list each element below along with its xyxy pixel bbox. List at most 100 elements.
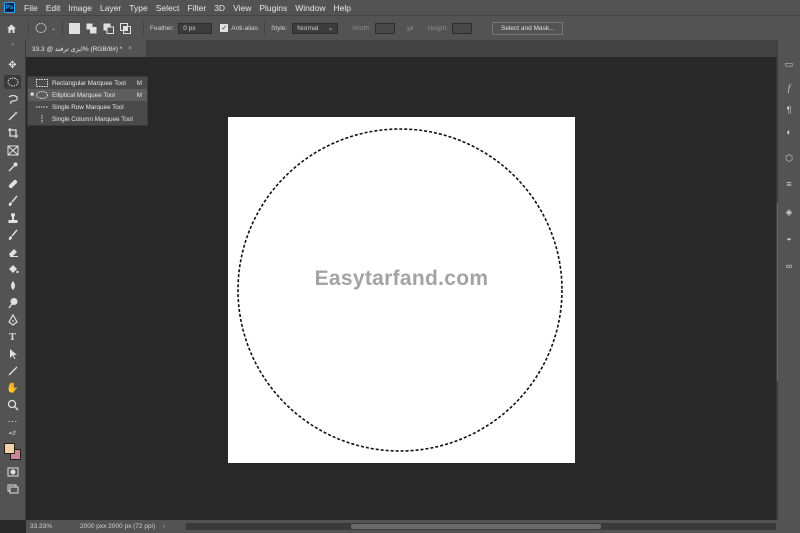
menu-window[interactable]: Window — [291, 3, 329, 13]
height-label: Height: — [427, 24, 448, 32]
rectangular-marquee-icon — [36, 79, 48, 87]
feather-input[interactable]: 0 px — [178, 22, 213, 34]
divider — [143, 20, 145, 36]
document-tab[interactable]: 33.3 @ ایزی ترفند% (RGB/8#) * × — [26, 40, 146, 57]
right-panel-dock: ▭ f ¶ ◐ ⬡ ≡ ◈ ◒ ∞ — [778, 40, 800, 520]
glyphs-panel-icon[interactable]: f — [783, 82, 795, 94]
line-tool-icon[interactable] — [4, 364, 21, 378]
style-select[interactable]: Normal ⌄ — [292, 22, 339, 34]
single-column-marquee-icon — [41, 115, 43, 123]
move-tool-icon[interactable]: ✥ — [4, 58, 21, 72]
zoom-tool-icon[interactable] — [4, 398, 21, 412]
quick-mask-icon[interactable] — [4, 465, 21, 479]
3d-panel-icon[interactable]: ⬡ — [783, 152, 795, 164]
history-brush-icon[interactable] — [4, 228, 21, 242]
menu-plugins[interactable]: Plugins — [255, 3, 291, 13]
flyout-item-rectangular-marquee[interactable]: Rectangular Marquee Tool M — [28, 77, 147, 89]
select-and-mask-button[interactable]: Select and Mask... — [491, 21, 564, 35]
menu-select[interactable]: Select — [152, 3, 184, 13]
healing-brush-icon[interactable] — [4, 177, 21, 191]
properties-panel-icon[interactable]: ≡ — [783, 178, 795, 190]
path-selection-icon[interactable] — [4, 347, 21, 361]
menu-image[interactable]: Image — [64, 3, 96, 13]
flyout-item-label: Single Row Marquee Tool — [52, 103, 124, 111]
crop-tool-icon[interactable] — [4, 126, 21, 140]
menu-3d[interactable]: 3D — [210, 3, 229, 13]
swap-dimensions-icon[interactable]: ⇄ — [407, 24, 414, 33]
channels-panel-icon[interactable]: ◒ — [783, 232, 795, 244]
width-input[interactable] — [374, 22, 395, 34]
menu-filter[interactable]: Filter — [183, 3, 210, 13]
collapse-icon[interactable]: » — [4, 42, 21, 48]
history-panel-icon[interactable]: ▭ — [783, 58, 795, 70]
antialias-label: Anti-alias — [231, 24, 258, 32]
subtract-from-selection-icon[interactable] — [103, 23, 115, 34]
chevron-down-icon: ⌄ — [51, 25, 57, 32]
menu-edit[interactable]: Edit — [42, 3, 65, 13]
horizontal-scrollbar[interactable] — [186, 523, 776, 530]
antialias-checkbox[interactable]: ✓ — [220, 24, 229, 32]
tools-panel: » ✥ T ✋ ··· ▪↺ — [0, 40, 26, 520]
blur-tool-icon[interactable] — [4, 279, 21, 293]
foreground-color-swatch[interactable] — [4, 443, 15, 454]
magic-wand-icon[interactable] — [4, 109, 21, 123]
add-to-selection-icon[interactable] — [86, 23, 97, 34]
marquee-tool-flyout: Rectangular Marquee Tool M ■ Elliptical … — [27, 76, 148, 126]
pen-tool-icon[interactable] — [4, 313, 21, 327]
flyout-item-shortcut: M — [136, 79, 142, 87]
selected-bullet: ■ — [30, 92, 34, 98]
elliptical-marquee-tool-icon[interactable] — [4, 75, 21, 89]
close-icon[interactable]: × — [128, 45, 132, 52]
screen-mode-icon[interactable] — [4, 482, 21, 496]
menu-layer[interactable]: Layer — [96, 3, 125, 13]
document-tab-bar: 33.3 @ ایزی ترفند% (RGB/8#) * × — [26, 40, 778, 57]
single-row-marquee-icon — [36, 106, 48, 108]
flyout-item-label: Rectangular Marquee Tool — [52, 79, 126, 87]
style-value: Normal — [297, 24, 319, 32]
elliptical-marquee-icon — [36, 91, 48, 99]
document-tab-title: 33.3 @ ایزی ترفند% (RGB/8#) * — [32, 45, 123, 53]
clone-stamp-icon[interactable] — [4, 211, 21, 225]
eyedropper-icon[interactable] — [4, 160, 21, 174]
document-info[interactable]: 2000 pxx 2000 px (72 ppi) — [76, 523, 155, 530]
adjustments-panel-icon[interactable]: ◐ — [783, 126, 795, 138]
divider — [62, 20, 64, 36]
eraser-icon[interactable] — [4, 245, 21, 259]
flyout-item-single-row-marquee[interactable]: Single Row Marquee Tool — [28, 101, 147, 113]
width-label: Width: — [352, 24, 371, 32]
home-icon — [6, 24, 16, 33]
frame-tool-icon[interactable] — [4, 143, 21, 157]
tool-preset-picker[interactable]: ⌄ — [35, 22, 56, 34]
dodge-tool-icon[interactable] — [4, 296, 21, 310]
menu-help[interactable]: Help — [329, 3, 354, 13]
watermark-text: Easytarfand.com — [314, 267, 489, 290]
document-canvas[interactable]: Easytarfand.com — [228, 117, 575, 463]
options-bar: ⌄ Feather: 0 px ✓ Anti-alias Style: Norm… — [0, 15, 800, 40]
lasso-tool-icon[interactable] — [4, 92, 21, 106]
brush-tool-icon[interactable] — [4, 194, 21, 208]
zoom-level[interactable]: 33.33% — [26, 523, 76, 530]
type-tool-icon[interactable]: T — [4, 330, 21, 344]
photoshop-logo-icon: Ps — [4, 2, 15, 13]
flyout-item-label: Single Column Marquee Tool — [52, 115, 133, 123]
horizontal-scroll-thumb[interactable] — [351, 524, 601, 529]
home-button[interactable] — [0, 16, 22, 41]
hand-tool-icon[interactable]: ✋ — [4, 381, 21, 395]
flyout-item-elliptical-marquee[interactable]: ■ Elliptical Marquee Tool M — [28, 89, 147, 101]
paths-panel-icon[interactable]: ∞ — [783, 260, 795, 272]
menu-type[interactable]: Type — [125, 3, 151, 13]
flyout-item-single-column-marquee[interactable]: Single Column Marquee Tool — [28, 113, 147, 125]
menu-bar: Ps File Edit Image Layer Type Select Fil… — [0, 0, 800, 15]
new-selection-mode-button[interactable] — [69, 22, 81, 34]
paragraph-panel-icon[interactable]: ¶ — [783, 104, 795, 116]
intersect-selection-icon[interactable] — [120, 22, 132, 34]
chevron-right-icon[interactable]: › — [163, 523, 165, 530]
layers-panel-icon[interactable]: ◈ — [783, 206, 795, 218]
style-label: Style: — [270, 24, 288, 32]
more-tools-icon[interactable]: ··· — [4, 414, 21, 428]
default-colors-icon[interactable]: ▪↺ — [4, 429, 21, 437]
paint-bucket-icon[interactable] — [4, 262, 21, 276]
height-input[interactable] — [451, 22, 472, 34]
menu-view[interactable]: View — [229, 3, 255, 13]
menu-file[interactable]: File — [20, 3, 42, 13]
